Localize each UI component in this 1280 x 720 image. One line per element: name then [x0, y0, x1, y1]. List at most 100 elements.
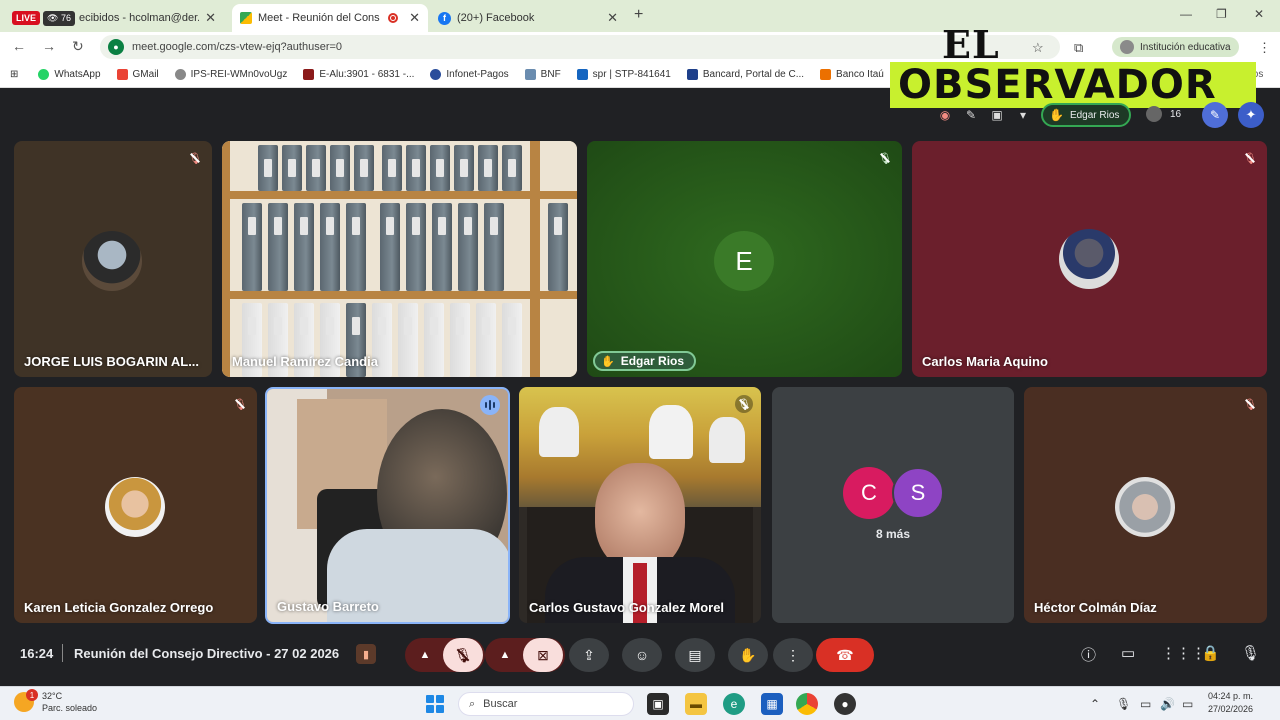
pencil-icon[interactable]: ✎: [1202, 102, 1228, 128]
chat-icon[interactable]: ▭: [1121, 644, 1135, 662]
bookmark-ealu[interactable]: E-Alu:3901 - 6831 -...: [303, 69, 414, 80]
camera-off-icon[interactable]: ▣: [986, 104, 1008, 126]
muted-mic-icon: 🎙: [735, 395, 753, 413]
edit-layout-icon[interactable]: ✎: [960, 104, 982, 126]
more-participants-tile[interactable]: C S 8 más: [772, 387, 1014, 623]
meet-favicon-icon: [240, 12, 252, 24]
weather-widget[interactable]: 1 32°C Parc. soleado: [14, 689, 97, 714]
microphone-tray-icon[interactable]: 🎙: [1116, 697, 1131, 711]
meeting-details-icon[interactable]: ▮: [356, 644, 376, 664]
participant-name: Edgar Rios: [620, 354, 685, 368]
volume-icon[interactable]: 🔊: [1160, 697, 1175, 711]
letter-avatar: E: [714, 231, 774, 291]
gemini-sparkle-icon[interactable]: ✦: [1238, 102, 1264, 128]
tab-gmail[interactable]: LIVE 👁 76 ecibidos - hcolman@der.una. ✕: [4, 4, 224, 32]
chevron-down-icon[interactable]: ▾: [1012, 104, 1034, 126]
meeting-title: Reunión del Consejo Directivo - 27 02 20…: [74, 646, 340, 661]
people-button[interactable]: 16: [1146, 106, 1181, 122]
participant-avatar: [1059, 229, 1119, 289]
activities-icon[interactable]: ⋮⋮⋮: [1161, 644, 1206, 662]
raised-hand-icon: ✋: [1049, 108, 1064, 122]
windows-start-icon[interactable]: [426, 695, 444, 713]
active-speaker-name: Edgar Rios: [1069, 109, 1120, 121]
raised-hand-icon: ✋: [601, 355, 615, 368]
close-window-button[interactable]: ✕: [1254, 7, 1264, 21]
chrome-icon[interactable]: [796, 693, 818, 715]
muted-mic-icon: 🎙: [1241, 149, 1259, 167]
close-tab-icon[interactable]: ✕: [409, 10, 420, 26]
minimize-button[interactable]: —: [1180, 7, 1192, 21]
divider: [62, 644, 63, 662]
mic-off-button[interactable]: 🎙: [443, 638, 483, 672]
taskbar-date: 27/02/2026: [1208, 704, 1254, 714]
site-info-icon[interactable]: ●: [108, 39, 124, 55]
participant-tile[interactable]: 🎙 JORGE LUIS BOGARIN AL...: [14, 141, 212, 377]
bookmark-gmail[interactable]: GMail: [116, 69, 159, 80]
file-explorer-icon[interactable]: ▬: [685, 693, 707, 715]
participant-name: Héctor Colmán Díaz: [1034, 600, 1157, 615]
windows-taskbar: 1 32°C Parc. soleado ⌕ Buscar ▣ ▬ e ▦ ● …: [0, 686, 1280, 720]
raised-hand-name-pill: ✋ Edgar Rios: [593, 351, 697, 371]
participant-tile[interactable]: 🎙 Héctor Colmán Díaz: [1024, 387, 1267, 623]
app-icon[interactable]: ●: [834, 693, 856, 715]
participant-tile-speaking[interactable]: Gustavo Barreto: [265, 387, 510, 624]
new-tab-button[interactable]: +: [634, 6, 643, 24]
taskbar-clock[interactable]: 04:24 p. m. 27/02/2026: [1208, 690, 1253, 716]
store-icon[interactable]: ▦: [761, 693, 783, 715]
record-icon[interactable]: ◉: [934, 104, 956, 126]
bookmark-itau[interactable]: Banco Itaú: [820, 69, 884, 80]
menu-kebab-icon[interactable]: ⋮: [1258, 40, 1271, 56]
logo-line1: EL: [942, 22, 1000, 67]
taskbar-search[interactable]: ⌕ Buscar: [458, 692, 634, 716]
mic-status-icon[interactable]: 🎙: [1241, 644, 1260, 662]
audio-options-chevron-icon[interactable]: ▲: [407, 649, 443, 661]
close-tab-icon[interactable]: ✕: [607, 10, 618, 26]
more-participants-label: 8 más: [875, 527, 911, 541]
bookmark-bancard[interactable]: Bancard, Portal de C...: [686, 69, 804, 80]
display-tray-icon[interactable]: ▭: [1140, 697, 1151, 711]
bookmark-bnf[interactable]: BNF: [524, 69, 561, 80]
close-tab-icon[interactable]: ✕: [205, 10, 216, 26]
participant-tile[interactable]: 🎙 Carlos Gustavo Gonzalez Morel: [519, 387, 761, 623]
video-painting-figure: [709, 417, 745, 463]
url-text: meet.google.com/czs-vtew-ejq?authuser=0: [132, 41, 343, 53]
captions-button[interactable]: ▤: [675, 638, 715, 672]
more-options-button[interactable]: ⋮: [773, 638, 813, 672]
participant-tile[interactable]: 🎙 Karen Leticia Gonzalez Orrego: [14, 387, 257, 623]
bookmark-spr[interactable]: spr | STP-841641: [576, 69, 671, 80]
present-screen-button[interactable]: ⇪: [569, 638, 609, 672]
search-icon: ⌕: [469, 697, 476, 710]
edge-browser-icon[interactable]: e: [723, 693, 745, 715]
show-hidden-icons-chevron-icon[interactable]: ⌃: [1090, 697, 1100, 711]
host-controls-icon[interactable]: 🔒: [1201, 644, 1220, 662]
task-view-icon[interactable]: ▣: [647, 693, 669, 715]
back-button[interactable]: ←: [12, 38, 26, 54]
apps-grid-icon[interactable]: ⊞: [10, 69, 18, 80]
participant-tile[interactable]: 🎙 E ✋ Edgar Rios: [587, 141, 902, 377]
shelf: [222, 291, 577, 299]
leave-call-button[interactable]: ☎: [816, 638, 874, 672]
tab-meet[interactable]: Meet - Reunión del Consejo ✕: [232, 4, 428, 32]
video-painting-figure: [539, 407, 579, 457]
meeting-clock: 16:24: [20, 646, 54, 661]
shelf-post: [222, 141, 230, 377]
participant-initial-avatar: S: [892, 467, 944, 519]
reload-button[interactable]: ↻: [72, 38, 84, 55]
bookmark-infonet[interactable]: Infonet-Pagos: [430, 69, 509, 80]
raise-hand-button[interactable]: ✋: [728, 638, 768, 672]
forward-button[interactable]: →: [42, 38, 56, 54]
meeting-info-icon[interactable]: ⓘ: [1081, 644, 1096, 665]
tab-facebook[interactable]: f (20+) Facebook ✕: [430, 4, 626, 32]
video-options-chevron-icon[interactable]: ▲: [487, 649, 523, 661]
emoji-reaction-button[interactable]: ☺: [622, 638, 662, 672]
bookmark-ips[interactable]: IPS-REI-WMn0voUgz: [174, 69, 287, 80]
active-speaker-pill[interactable]: ✋ Edgar Rios: [1041, 103, 1132, 127]
bookmark-whatsapp[interactable]: WhatsApp: [38, 69, 101, 80]
maximize-button[interactable]: ❐: [1216, 7, 1227, 21]
participant-count: 16: [1170, 108, 1182, 120]
participant-tile[interactable]: Manuel Ramírez Candia: [222, 141, 577, 377]
participant-tile[interactable]: 🎙 Carlos Maria Aquino: [912, 141, 1267, 377]
camera-off-button[interactable]: ⊠: [523, 638, 563, 672]
taskbar-time: 04:24 p. m.: [1208, 691, 1254, 701]
battery-icon[interactable]: ▭: [1182, 697, 1193, 711]
